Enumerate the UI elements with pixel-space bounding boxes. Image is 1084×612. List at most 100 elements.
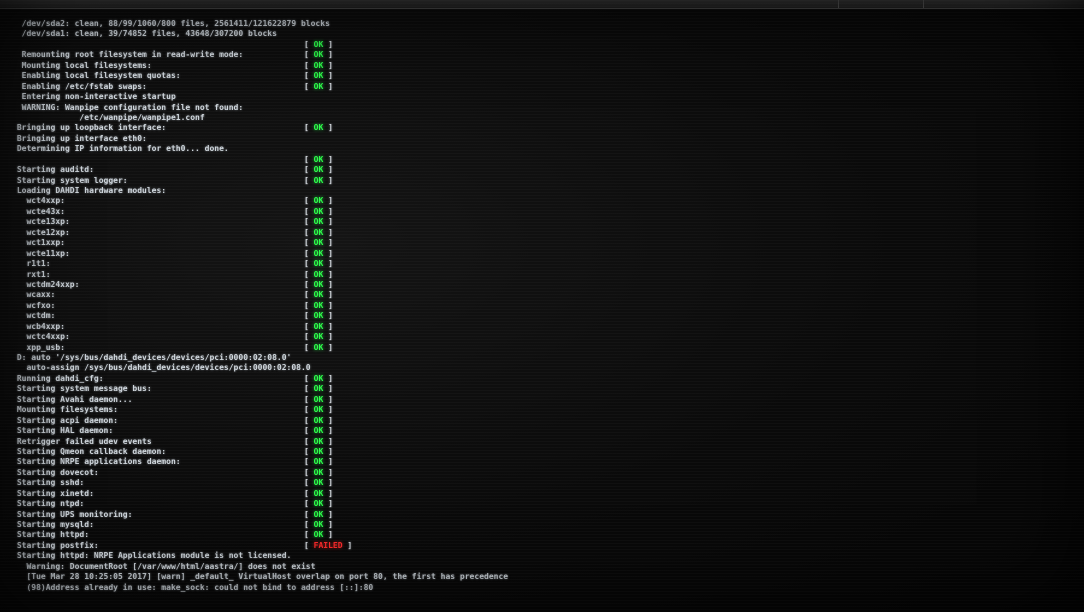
status-bracket-open: [ bbox=[304, 530, 314, 540]
console-line-text: Running dahdi_cfg: bbox=[12, 373, 104, 383]
status-label: OK bbox=[313, 332, 324, 342]
status-bracket-close: ] bbox=[323, 488, 333, 498]
console-line: Starting NRPE applications daemon: [ OK ] bbox=[12, 457, 712, 467]
status-bracket-close: ] bbox=[323, 436, 333, 446]
status-label: OK bbox=[313, 238, 324, 248]
console-line: [ OK ] bbox=[12, 155, 712, 165]
status-bracket-close: ] bbox=[323, 259, 333, 269]
console-line-text: wcfxo: bbox=[12, 300, 56, 310]
status-bracket-close: ] bbox=[323, 342, 333, 352]
console-line: D: auto '/sys/bus/dahdi_devices/devices/… bbox=[12, 353, 712, 363]
status-ok: [ OK ] bbox=[304, 478, 333, 488]
status-bracket-close: ] bbox=[323, 394, 333, 404]
status-bracket-open: [ bbox=[304, 81, 314, 91]
status-label: OK bbox=[313, 478, 324, 488]
status-bracket-open: [ bbox=[304, 60, 314, 70]
console-line-text: Starting system logger: bbox=[12, 175, 128, 185]
status-bracket-open: [ bbox=[304, 279, 314, 289]
console-line-text: Bringing up interface eth0: bbox=[12, 133, 147, 143]
status-bracket-close: ] bbox=[323, 530, 333, 540]
console-line-text: wcb4xxp: bbox=[12, 321, 65, 331]
console-line: Starting HAL daemon: [ OK ] bbox=[12, 426, 712, 436]
status-ok: [ OK ] bbox=[304, 332, 333, 342]
console-line: wcte13xp: [ OK ] bbox=[12, 217, 712, 227]
status-label: OK bbox=[313, 248, 324, 258]
status-bracket-close: ] bbox=[323, 300, 333, 310]
status-bracket-open: [ bbox=[304, 499, 314, 509]
status-label: OK bbox=[313, 81, 324, 91]
console-line-text: Starting postfix: bbox=[12, 540, 99, 550]
console-line: WARNING: Wanpipe configuration file not … bbox=[12, 103, 712, 113]
status-label: OK bbox=[313, 71, 324, 81]
console-line-text: Starting ntpd: bbox=[12, 499, 85, 509]
status-ok: [ OK ] bbox=[304, 259, 333, 269]
status-bracket-open: [ bbox=[304, 217, 314, 227]
console-line: rxt1: [ OK ] bbox=[12, 270, 712, 280]
status-bracket-close: ] bbox=[323, 509, 333, 519]
console-line: Bringing up interface eth0: bbox=[12, 134, 712, 144]
status-bracket-open: [ bbox=[304, 196, 314, 206]
status-ok: [ OK ] bbox=[304, 40, 333, 50]
console-line: (98)Address already in use: make_sock: c… bbox=[12, 583, 712, 593]
console-line-text: Enabling local filesystem quotas: bbox=[12, 71, 181, 81]
status-ok: [ OK ] bbox=[304, 82, 333, 92]
console-line-text: r1t1: bbox=[12, 259, 51, 269]
status-bracket-open: [ bbox=[304, 227, 314, 237]
console-line-text: Starting UPS monitoring: bbox=[12, 509, 133, 519]
console-line-text: rxt1: bbox=[12, 269, 51, 279]
console-line-text: /dev/sda1: clean, 39/74852 files, 43648/… bbox=[12, 29, 277, 39]
status-bracket-open: [ bbox=[304, 394, 314, 404]
status-bracket-open: [ bbox=[304, 373, 314, 383]
status-label: OK bbox=[313, 259, 324, 269]
status-ok: [ OK ] bbox=[304, 290, 333, 300]
console-line: [ OK ] bbox=[12, 40, 712, 50]
status-ok: [ OK ] bbox=[304, 155, 333, 165]
status-bracket-open: [ bbox=[304, 342, 314, 352]
console-line: Starting postfix: [ FAILED ] bbox=[12, 541, 712, 551]
status-bracket-open: [ bbox=[304, 165, 314, 175]
status-ok: [ OK ] bbox=[304, 405, 333, 415]
status-bracket-open: [ bbox=[304, 50, 314, 60]
console-line: Mounting local filesystems: [ OK ] bbox=[12, 61, 712, 71]
console-line-text: wcaxx: bbox=[12, 290, 56, 300]
status-bracket-open: [ bbox=[304, 478, 314, 488]
console-line: Warning: DocumentRoot [/var/www/html/aas… bbox=[12, 562, 712, 572]
console-line-text: xpp_usb: bbox=[12, 342, 65, 352]
status-ok: [ OK ] bbox=[304, 530, 333, 540]
status-bracket-close: ] bbox=[323, 373, 333, 383]
status-label: OK bbox=[313, 446, 324, 456]
console-line: r1t1: [ OK ] bbox=[12, 259, 712, 269]
console-line-text: Starting Qmeon callback daemon: bbox=[12, 446, 167, 456]
status-bracket-open: [ bbox=[304, 321, 314, 331]
status-label: OK bbox=[313, 342, 324, 352]
status-label: OK bbox=[313, 60, 324, 70]
console-line-text: Starting httpd: bbox=[12, 530, 90, 540]
console-line-text: Mounting local filesystems: bbox=[12, 60, 152, 70]
status-ok: [ OK ] bbox=[304, 311, 333, 321]
status-bracket-open: [ bbox=[304, 467, 314, 477]
console-line-text: wct1xxp: bbox=[12, 238, 65, 248]
console-line: Remounting root filesystem in read-write… bbox=[12, 50, 712, 60]
terminal-screen: /dev/sda2: clean, 88/99/1060/800 files, … bbox=[0, 0, 1084, 612]
status-bracket-close: ] bbox=[323, 238, 333, 248]
status-ok: [ OK ] bbox=[304, 384, 333, 394]
console-line-text: Starting HAL daemon: bbox=[12, 426, 114, 436]
status-ok: [ OK ] bbox=[304, 343, 333, 353]
console-line: Starting UPS monitoring: [ OK ] bbox=[12, 510, 712, 520]
status-ok: [ OK ] bbox=[304, 165, 333, 175]
console-line: wct1xxp: [ OK ] bbox=[12, 238, 712, 248]
console-line: auto-assign /sys/bus/dahdi_devices/devic… bbox=[12, 363, 712, 373]
status-label: OK bbox=[313, 405, 324, 415]
console-line: wctdm24xxp: [ OK ] bbox=[12, 280, 712, 290]
status-bracket-close: ] bbox=[323, 50, 333, 60]
console-line-text: Enabling /etc/fstab swaps: bbox=[12, 81, 147, 91]
status-bracket-open: [ bbox=[304, 540, 314, 550]
console-line-text: wct4xxp: bbox=[12, 196, 65, 206]
console-line: Starting Qmeon callback daemon: [ OK ] bbox=[12, 447, 712, 457]
status-ok: [ OK ] bbox=[304, 510, 333, 520]
status-bracket-close: ] bbox=[323, 165, 333, 175]
console-line: Starting httpd: NRPE Applications module… bbox=[12, 551, 712, 561]
status-label: OK bbox=[313, 509, 324, 519]
console-line-text: Starting acpi daemon: bbox=[12, 415, 118, 425]
status-bracket-close: ] bbox=[323, 71, 333, 81]
